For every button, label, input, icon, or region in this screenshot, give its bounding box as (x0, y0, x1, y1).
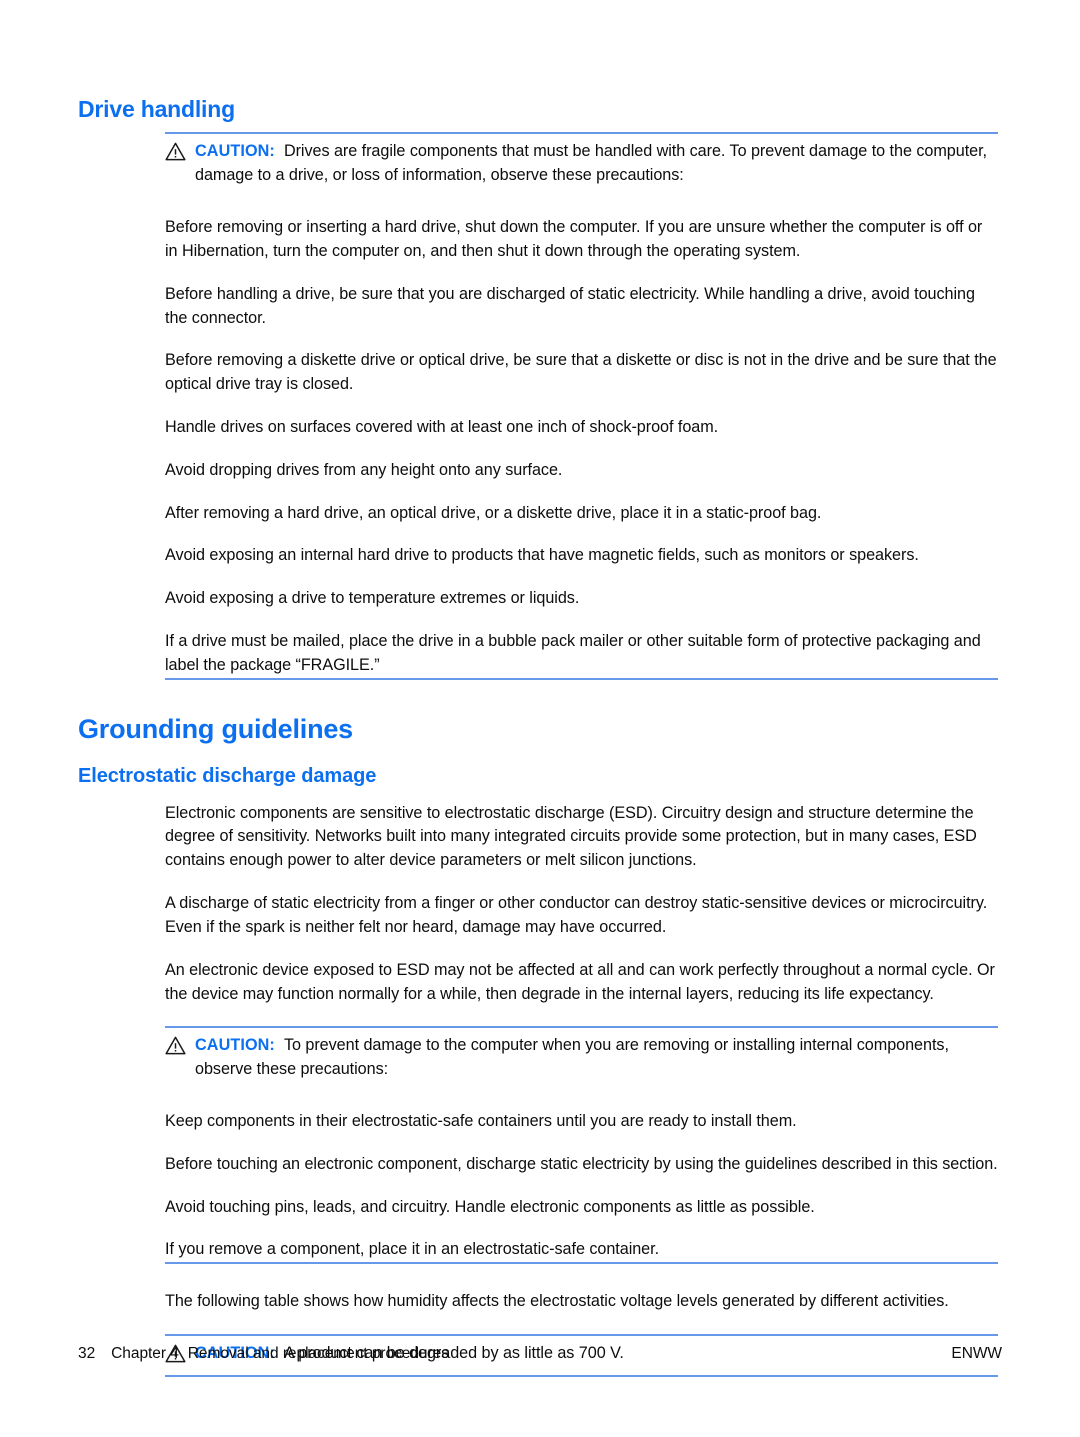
footer-chapter-title: Removal and replacement procedures (187, 1345, 449, 1362)
paragraph: A discharge of static electricity from a… (165, 894, 988, 936)
paragraph: Handle drives on surfaces covered with a… (165, 417, 719, 436)
paragraph: Avoid exposing an internal hard drive to… (165, 546, 919, 565)
page-content: Drive handling CAUTION: Drives are fragil… (78, 96, 998, 1377)
paragraph: Before removing or inserting a hard driv… (165, 218, 983, 260)
footer-page-number: 32 (78, 1345, 96, 1362)
caution-note-body: CAUTION: To prevent damage to the compute… (165, 1034, 998, 1082)
caution-note-internal-components: CAUTION: To prevent damage to the compute… (165, 1026, 998, 1084)
paragraph: The following table shows how humidity a… (165, 1292, 949, 1311)
paragraph: Avoid dropping drives from any height on… (165, 460, 563, 479)
document-page: Drive handling CAUTION: Drives are fragil… (0, 0, 1080, 1437)
section-heading-electrostatic-discharge-damage: Electrostatic discharge damage (78, 764, 377, 787)
page-footer: 32 Chapter 4 Removal and replacement proce… (78, 1345, 1002, 1363)
footer-left-group: 32 Chapter 4 Removal and replacement proce… (78, 1345, 449, 1363)
paragraph: Avoid touching pins, leads, and circuitr… (165, 1197, 815, 1216)
caution-text: To prevent damage to the computer when y… (195, 1036, 949, 1079)
footer-chapter: Chapter 4 (111, 1345, 179, 1362)
paragraph: After removing a hard drive, an optical … (165, 503, 822, 522)
table-intro-block: The following table shows how humidity a… (165, 1290, 998, 1314)
section-heading-drive-handling: Drive handling (78, 96, 235, 122)
paragraph: Electronic components are sensitive to e… (165, 803, 977, 870)
paragraph: Before handling a drive, be sure that yo… (165, 284, 975, 327)
paragraph: Before touching an electronic component,… (165, 1154, 998, 1173)
drive-handling-paragraphs: Before removing or inserting a hard driv… (165, 216, 998, 678)
warning-triangle-icon (165, 1036, 186, 1055)
caution-note-drive-handling: CAUTION: Drives are fragile components th… (165, 132, 998, 190)
section-heading-grounding-guidelines: Grounding guidelines (78, 713, 353, 744)
warning-triangle-icon (165, 142, 186, 161)
paragraph: If you remove a component, place it in a… (165, 1240, 660, 1259)
caution-label: CAUTION: (195, 142, 275, 161)
paragraph: Avoid exposing a drive to temperature ex… (165, 589, 580, 608)
esd-precaution-paragraphs: Keep components in their electrostatic-s… (165, 1110, 998, 1262)
caution-note-body: CAUTION: Drives are fragile components th… (165, 140, 998, 188)
footer-locale: ENWW (951, 1345, 1002, 1362)
paragraph: Keep components in their electrostatic-s… (165, 1111, 797, 1130)
caution-text: Drives are fragile components that must … (195, 142, 987, 185)
paragraph: If a drive must be mailed, place the dri… (165, 632, 981, 674)
caution-label: CAUTION: (195, 1036, 275, 1055)
esd-paragraphs: Electronic components are sensitive to e… (165, 802, 998, 1007)
paragraph: Before removing a diskette drive or opti… (165, 351, 997, 394)
paragraph: An electronic device exposed to ESD may … (165, 960, 995, 1003)
